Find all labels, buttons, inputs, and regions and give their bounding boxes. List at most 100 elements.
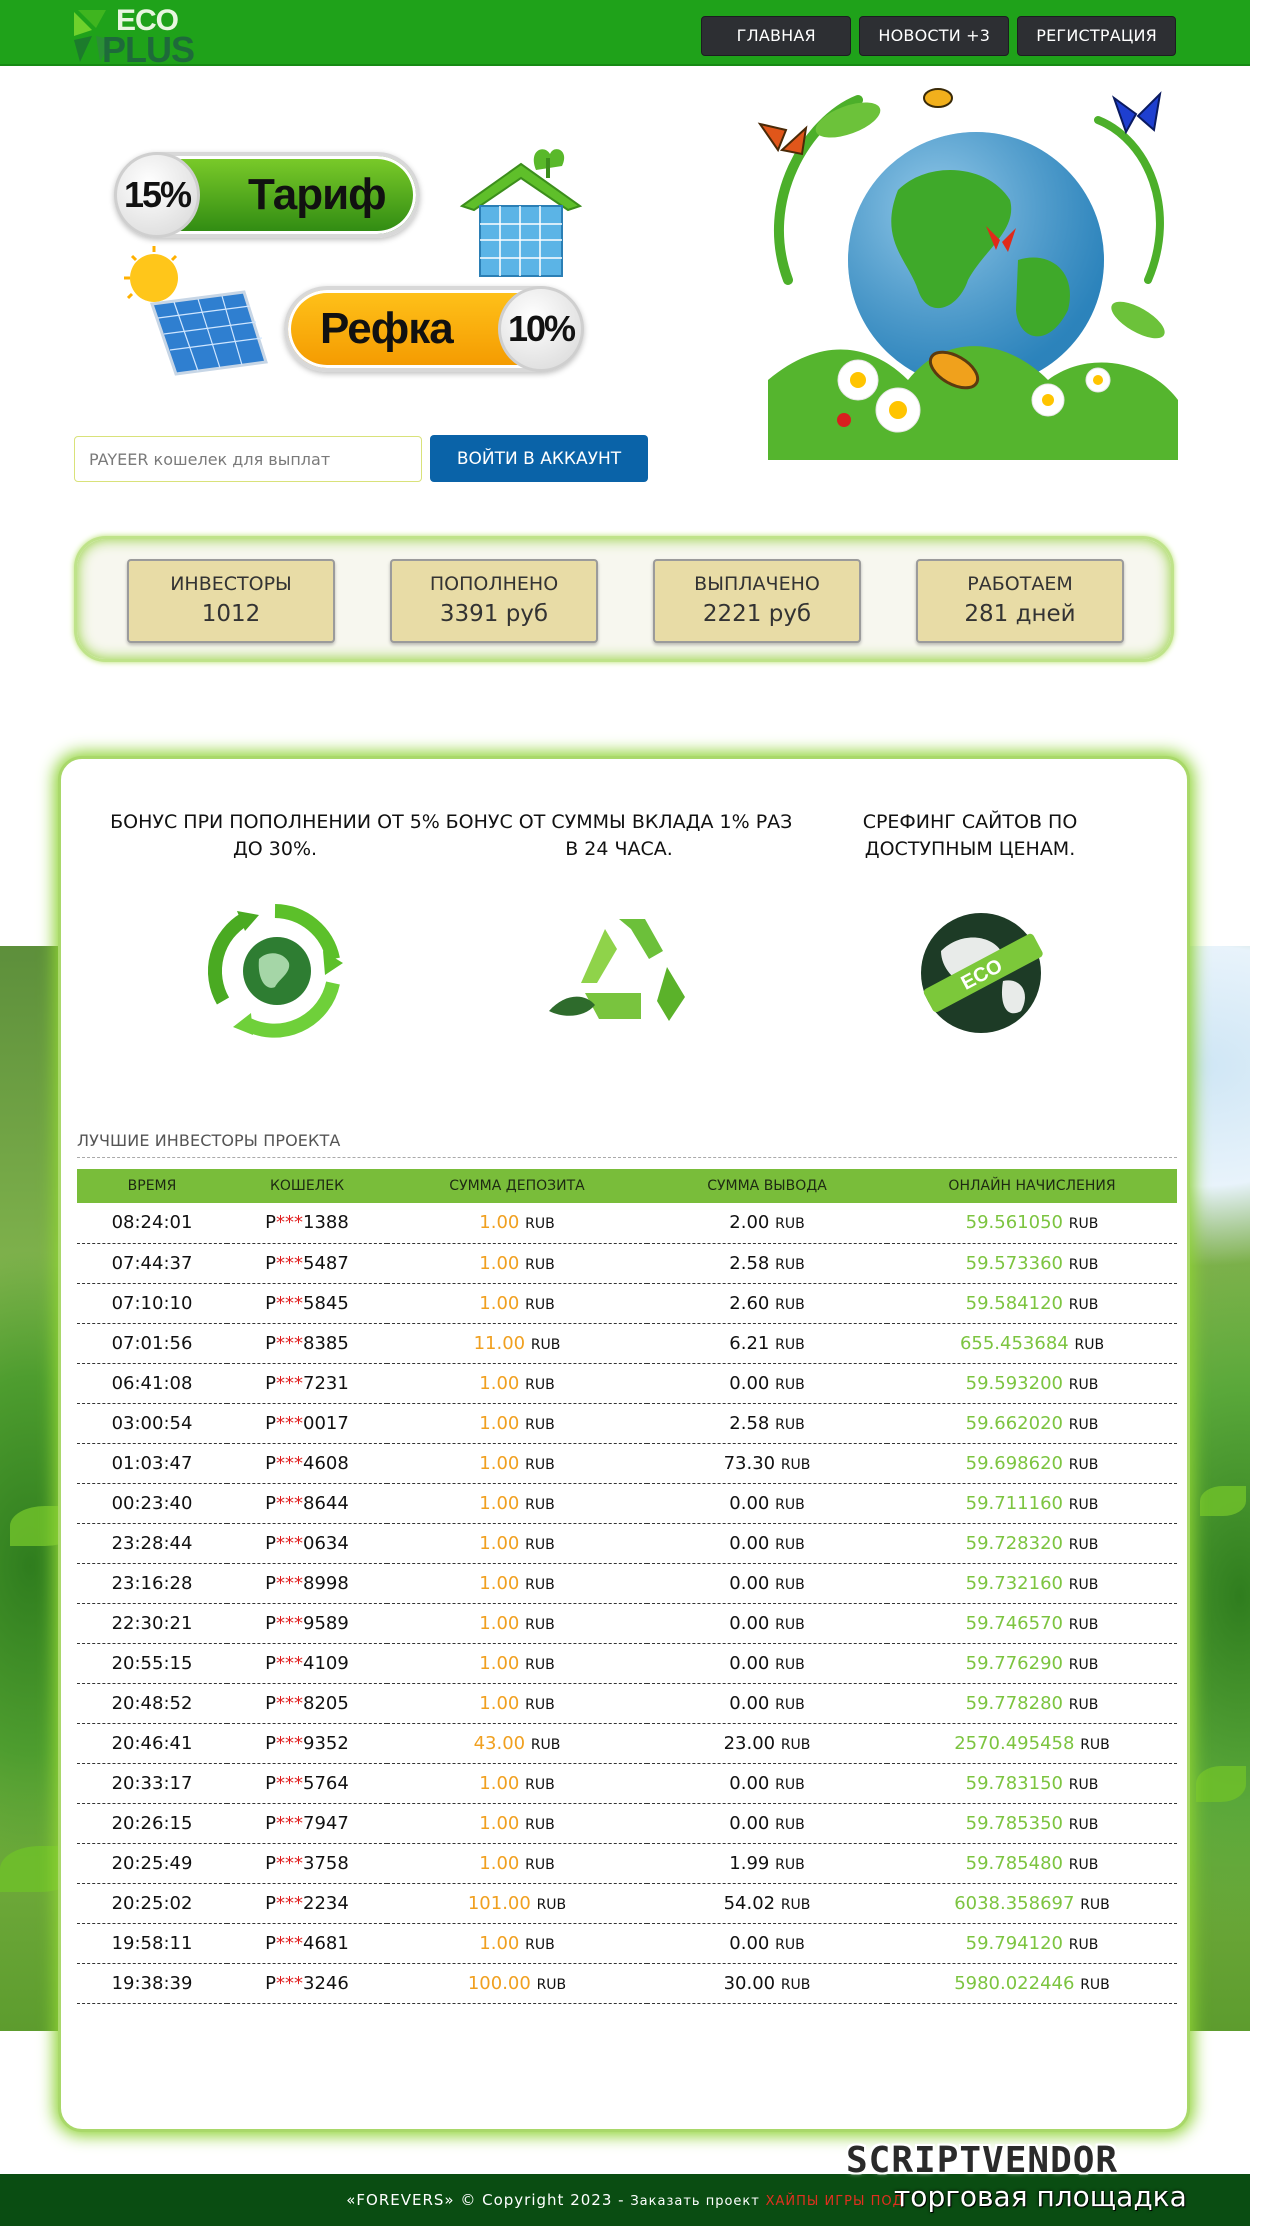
eco-plus-logo[interactable]: ECO PLUS [72, 6, 222, 68]
currency-unit: RUB [775, 1816, 805, 1833]
cell-time: 20:25:49 [77, 1843, 227, 1884]
cell-withdraw: 0.00 RUB [647, 1803, 887, 1844]
cell-withdraw: 73.30 RUB [647, 1443, 887, 1484]
cell-withdraw: 2.58 RUB [647, 1243, 887, 1284]
wallet-mask: *** [276, 1772, 304, 1794]
wallet-suffix: 3246 [303, 1972, 349, 1994]
cell-withdraw: 0.00 RUB [647, 1923, 887, 1964]
stat-investors: ИНВЕСТОРЫ 1012 [127, 559, 335, 643]
wallet-prefix: P [265, 1492, 277, 1514]
cell-wallet: P***2234 [227, 1883, 387, 1924]
login-button[interactable]: ВОЙТИ В АККАУНТ [430, 435, 648, 482]
cell-time: 20:26:15 [77, 1803, 227, 1844]
currency-unit: RUB [780, 1896, 811, 1913]
wallet-suffix: 1388 [303, 1212, 349, 1234]
withdraw-value: 0.00 [729, 1772, 770, 1794]
content-panel: БОНУС ПРИ ПОПОЛНЕНИИ ОТ 5% ДО 30%. БОНУС… [58, 756, 1190, 2132]
cell-wallet: P***3758 [227, 1843, 387, 1884]
cell-deposit: 101.00 RUB [387, 1883, 647, 1924]
accrual-value: 59.785480 [965, 1852, 1063, 1874]
wallet-mask: *** [276, 1292, 304, 1314]
cell-accrual: 59.698620 RUB [887, 1443, 1177, 1484]
currency-unit: RUB [1068, 1456, 1099, 1473]
nav-home-button[interactable]: ГЛАВНАЯ [701, 16, 852, 56]
deposit-value: 1.00 [479, 1492, 520, 1514]
cell-wallet: P***8998 [227, 1563, 387, 1604]
currency-unit: RUB [775, 1416, 805, 1433]
cell-deposit: 1.00 RUB [387, 1643, 647, 1684]
cell-wallet: P***0017 [227, 1403, 387, 1444]
wallet-prefix: P [265, 1212, 277, 1234]
wallet-suffix: 8998 [303, 1572, 349, 1594]
table-row: 03:00:54 P***0017 1.00 RUB 2.58 RUB 59.66202… [77, 1403, 1177, 1444]
stats-bar: ИНВЕСТОРЫ 1012 ПОПОЛНЕНО 3391 руб ВЫПЛАЧ… [74, 536, 1174, 662]
withdraw-value: 2.58 [729, 1252, 770, 1274]
wallet-mask: *** [276, 1372, 304, 1394]
withdraw-value: 0.00 [729, 1612, 770, 1634]
stat-value: 3391 руб [439, 601, 549, 627]
currency-unit: RUB [780, 1976, 811, 1993]
currency-unit: RUB [775, 1776, 805, 1793]
wallet-mask: *** [276, 1972, 304, 1994]
wallet-mask: *** [276, 1892, 304, 1914]
table-row: 19:38:39 P***3246 100.00 RUB 30.00 RUB 5980.… [77, 1963, 1177, 2004]
deposit-value: 1.00 [479, 1932, 520, 1954]
wallet-mask: *** [276, 1492, 304, 1514]
wallet-mask: *** [276, 1612, 304, 1634]
currency-unit: RUB [1068, 1536, 1099, 1553]
currency-unit: RUB [525, 1216, 555, 1233]
currency-unit: RUB [1068, 1816, 1099, 1833]
currency-unit: RUB [1068, 1216, 1099, 1233]
wallet-suffix: 4109 [303, 1652, 349, 1674]
globe-arrows-icon [207, 904, 343, 1038]
time-value: 19:58:11 [111, 1932, 193, 1954]
deposit-value: 1.00 [479, 1412, 520, 1434]
time-value: 20:25:02 [111, 1892, 193, 1914]
nav-news-button[interactable]: НОВОСТИ +3 [859, 16, 1010, 56]
stat-deposited: ПОПОЛНЕНО 3391 руб [390, 559, 598, 643]
currency-unit: RUB [525, 1776, 555, 1793]
cell-accrual: 6038.358697 RUB [887, 1883, 1177, 1924]
cell-deposit: 1.00 RUB [387, 1523, 647, 1564]
accrual-value: 59.573360 [965, 1252, 1063, 1274]
cell-withdraw: 0.00 RUB [647, 1483, 887, 1524]
time-value: 03:00:54 [111, 1412, 193, 1434]
currency-unit: RUB [775, 1256, 805, 1273]
table-row: 23:28:44 P***0634 1.00 RUB 0.00 RUB 59.72832… [77, 1523, 1177, 1564]
currency-unit: RUB [525, 1616, 555, 1633]
feature-daily-bonus: БОНУС ОТ СУММЫ ВКЛАДА 1% РАЗ В 24 ЧАСА. [445, 811, 793, 860]
accrual-value: 59.778280 [965, 1692, 1063, 1714]
time-value: 07:01:56 [111, 1332, 193, 1354]
withdraw-value: 0.00 [729, 1652, 770, 1674]
table-row: 20:25:02 P***2234 101.00 RUB 54.02 RUB 6038.… [77, 1883, 1177, 1924]
cell-withdraw: 0.00 RUB [647, 1643, 887, 1684]
col-time-header: ВРЕМЯ [77, 1169, 227, 1203]
cell-withdraw: 0.00 RUB [647, 1523, 887, 1564]
withdraw-value: 54.02 [723, 1892, 776, 1914]
cell-wallet: P***4681 [227, 1923, 387, 1964]
table-row: 07:10:10 P***5845 1.00 RUB 2.60 RUB 59.58412… [77, 1283, 1177, 1324]
cell-time: 20:33:17 [77, 1763, 227, 1804]
cell-deposit: 1.00 RUB [387, 1443, 647, 1484]
cell-time: 23:28:44 [77, 1523, 227, 1564]
cell-time: 22:30:21 [77, 1603, 227, 1644]
top-investors-table: ВРЕМЯ КОШЕЛЕК СУММА ДЕПОЗИТА СУММА ВЫВОД… [77, 1169, 1177, 2004]
currency-unit: RUB [525, 1376, 555, 1393]
nav-register-button[interactable]: РЕГИСТРАЦИЯ [1017, 16, 1176, 56]
cell-wallet: P***5764 [227, 1763, 387, 1804]
cell-deposit: 1.00 RUB [387, 1803, 647, 1844]
payeer-wallet-input[interactable] [74, 436, 422, 482]
currency-unit: RUB [1074, 1336, 1105, 1353]
stat-label: РАБОТАЕМ [967, 573, 1073, 595]
deposit-value: 1.00 [479, 1372, 520, 1394]
cell-accrual: 59.573360 RUB [887, 1243, 1177, 1284]
wallet-mask: *** [276, 1812, 304, 1834]
cell-withdraw: 54.02 RUB [647, 1883, 887, 1924]
cell-time: 19:38:39 [77, 1963, 227, 2004]
scriptvendor-watermark: SCRIPTVENDOR торговая площадка [846, 2140, 1266, 2213]
referral-badge: Рефка 10% [284, 286, 584, 372]
accrual-value: 59.711160 [965, 1492, 1063, 1514]
withdraw-value: 2.60 [729, 1292, 770, 1314]
wallet-prefix: P [265, 1612, 277, 1634]
cell-wallet: P***5845 [227, 1283, 387, 1324]
